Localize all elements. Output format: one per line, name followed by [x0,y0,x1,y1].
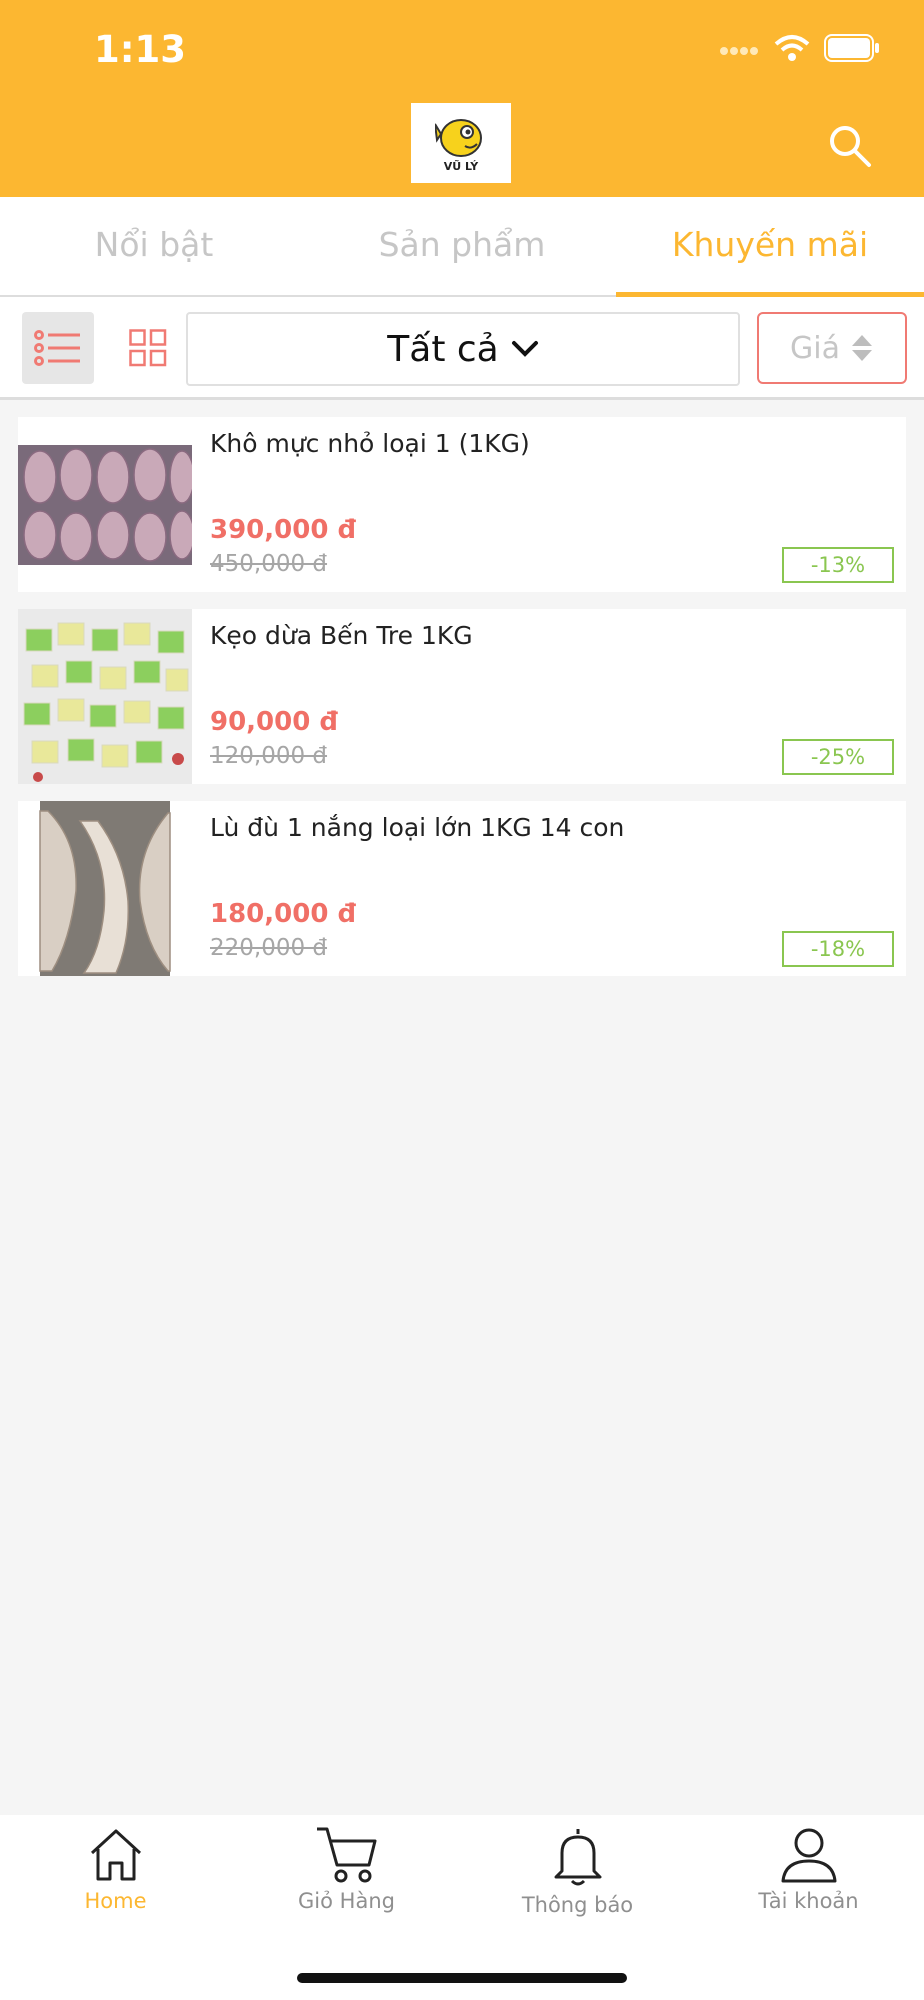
product-name: Kẹo dừa Bến Tre 1KG [210,621,473,650]
fish-logo-icon [435,118,482,157]
user-icon [781,1828,836,1883]
grid-view-icon [129,329,167,367]
discount-badge: -18% [782,931,894,967]
product-card[interactable]: Kẹo dừa Bến Tre 1KG 90,000 đ 120,000 đ -… [18,609,906,784]
product-price: 90,000 đ [210,707,338,737]
tab-featured[interactable]: Nổi bật [0,197,308,295]
product-image-dried-fish [18,801,192,976]
product-list: Khô mực nhỏ loại 1 (1KG) 390,000 đ 450,0… [18,417,906,993]
battery-icon [824,34,880,66]
brand-logo: VŨ LÝ [411,103,511,183]
nav-label: Tài khoản [758,1889,859,1913]
nav-home[interactable]: Home [0,1825,231,1913]
tab-products[interactable]: Sản phẩm [308,197,616,295]
tab-promotions[interactable]: Khuyến mãi [616,197,924,297]
list-view-button[interactable] [22,312,94,384]
discount-badge: -25% [782,739,894,775]
price-sort-button[interactable]: Giá [757,312,907,384]
category-label: Tất cả [387,328,499,370]
product-image-dried-squid [18,417,192,592]
signal-icon [720,41,760,60]
grid-view-button[interactable] [112,312,184,384]
cart-icon [316,1827,376,1883]
app-header: 1:13 VŨ LÝ [0,0,924,197]
list-view-icon [34,330,80,366]
bell-icon [554,1829,601,1886]
nav-cart[interactable]: Giỏ Hàng [231,1825,462,1913]
product-card[interactable]: Lù đù 1 nắng loại lớn 1KG 14 con 180,000… [18,801,906,976]
nav-account[interactable]: Tài khoản [693,1825,924,1913]
discount-badge: -13% [782,547,894,583]
product-name: Khô mực nhỏ loại 1 (1KG) [210,429,530,458]
chevron-down-icon [511,341,538,357]
product-image-coconut-candy [18,609,192,784]
home-indicator [297,1973,627,1983]
sort-label: Giá [790,330,840,366]
product-price: 180,000 đ [210,899,357,929]
filter-bar: Tất cả Giá [0,297,924,400]
product-old-price: 450,000 đ [210,551,328,577]
nav-label: Home [84,1889,147,1913]
search-icon [830,126,871,167]
product-name: Lù đù 1 nắng loại lớn 1KG 14 con [210,813,625,842]
wifi-icon [774,34,810,66]
tab-bar: Nổi bật Sản phẩm Khuyến mãi [0,197,924,297]
category-dropdown[interactable]: Tất cả [186,312,740,386]
search-button[interactable] [828,124,872,168]
nav-notifications[interactable]: Thông báo [462,1825,693,1917]
home-icon [90,1829,141,1881]
logo-text: VŨ LÝ [443,159,479,173]
nav-label: Thông báo [521,1893,634,1917]
product-old-price: 120,000 đ [210,743,328,769]
nav-label: Giỏ Hàng [298,1889,395,1913]
product-old-price: 220,000 đ [210,935,328,961]
status-icons [720,34,880,66]
status-time: 1:13 [94,28,187,71]
product-card[interactable]: Khô mực nhỏ loại 1 (1KG) 390,000 đ 450,0… [18,417,906,592]
product-price: 390,000 đ [210,515,357,545]
sort-icon [851,335,872,361]
